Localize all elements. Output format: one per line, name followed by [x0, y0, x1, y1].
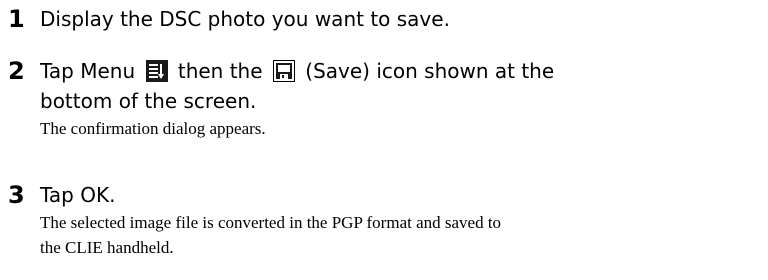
menu-icon	[145, 60, 168, 82]
step-number: 3	[8, 181, 25, 209]
instruction-text: Tap Menu	[40, 59, 136, 83]
instruction-text: then the	[177, 59, 263, 83]
step-number: 2	[8, 57, 25, 85]
step-instruction-continued: bottom of the screen.	[40, 89, 257, 113]
step-body: Tap Menu then the (Save) icon shown at t…	[40, 56, 768, 141]
step-instruction: Tap Menu then the (Save) icon shown at t…	[40, 56, 768, 86]
step-instruction: Tap OK.	[40, 183, 116, 207]
instruction-text: (Save) icon shown at the	[305, 59, 555, 83]
step-body: Display the DSC photo you want to save.	[40, 4, 768, 34]
step-number: 1	[8, 5, 25, 33]
step-result-continued: the CLIE handheld.	[40, 238, 174, 257]
save-icon	[272, 60, 295, 82]
step-body: Tap OK. The selected image file is conve…	[40, 180, 768, 260]
step-result: The confirmation dialog appears.	[40, 119, 266, 138]
step-result: The selected image file is converted in …	[40, 213, 502, 232]
step-instruction: Display the DSC photo you want to save.	[40, 7, 450, 31]
